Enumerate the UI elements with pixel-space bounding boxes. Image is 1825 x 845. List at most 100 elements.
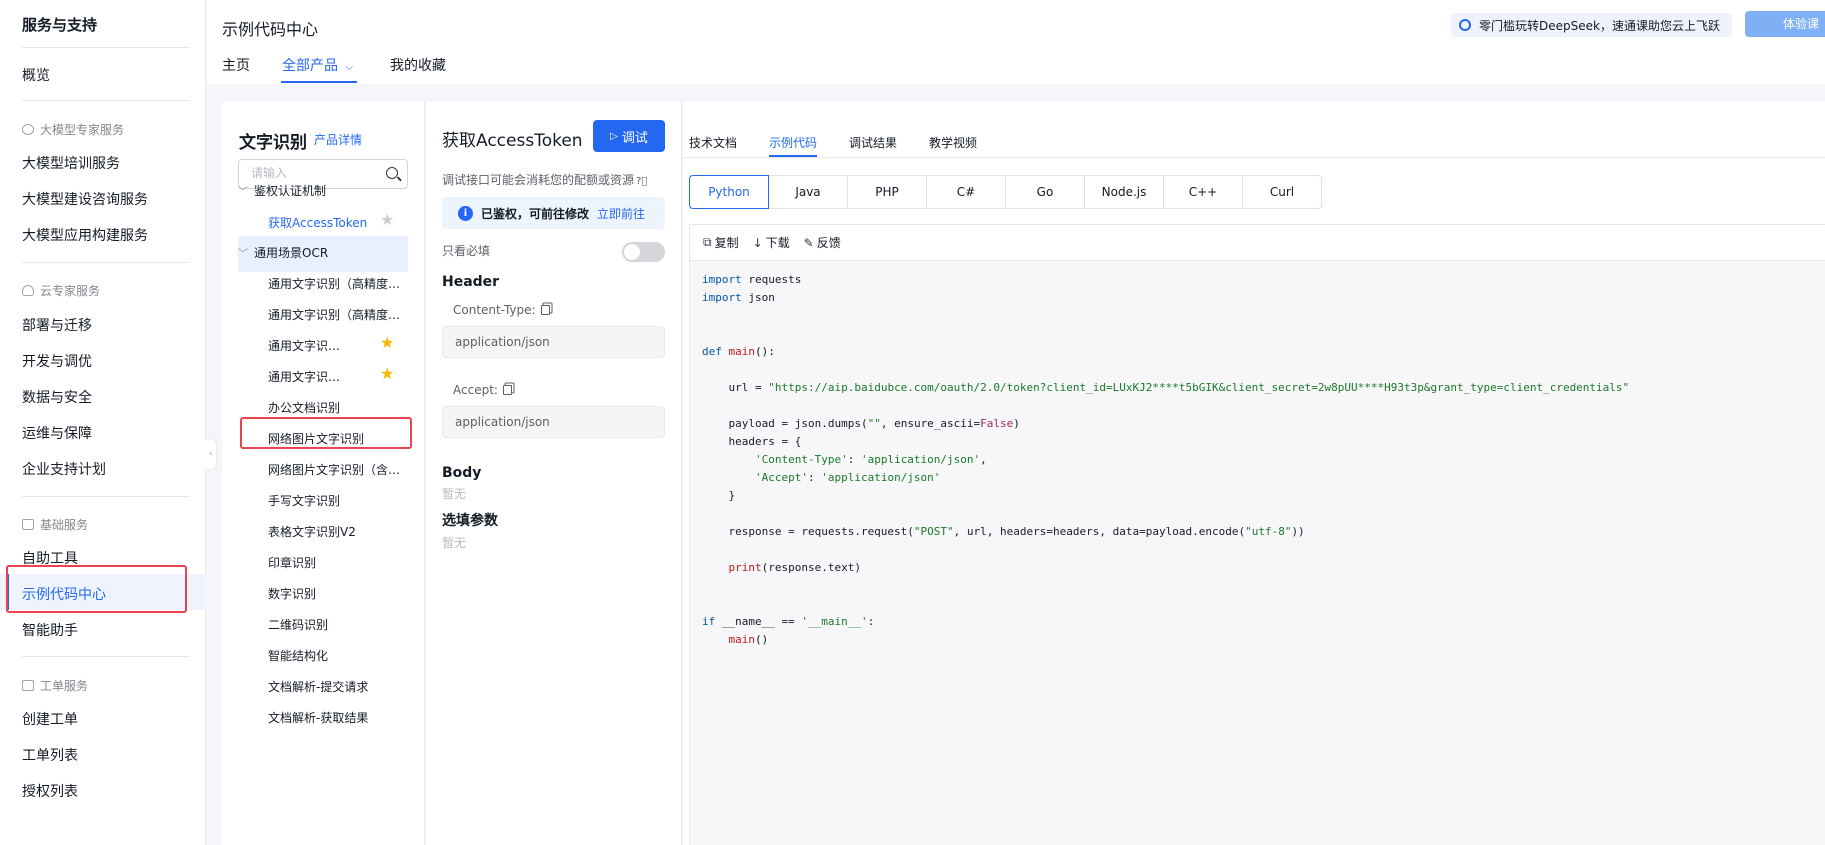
sidebar-item-dev-tuning[interactable]: 开发与调优 [22,351,92,371]
code-viewer: ⧉复制 ↓下载 ✎反馈 import requests import json ​ ​… [689,224,1825,845]
tree-item[interactable]: 办公文档识别 [268,399,406,416]
tree-item[interactable]: 表格文字识别V2 [268,523,406,540]
code-line: import json [702,291,775,304]
code-line: payload = json.dumps("", ensure_ascii=Fa… [702,417,1020,430]
copy-icon[interactable] [502,385,512,395]
code-line: if __name__ == '__main__': [702,615,875,628]
play-icon: ▷ [610,130,618,142]
optional-params-title: 选填参数 [442,513,498,529]
star-icon[interactable]: ★ [380,366,394,382]
help-icon[interactable]: ?⃝ [636,176,647,187]
tree-item[interactable]: 网络图片文字识别（含位置版） [268,461,406,478]
api-panel: 获取AccessToken ▷ 调试 调试接口可能会消耗您的配额或资源 ?⃝ i … [426,102,682,845]
sidebar-item-create-ticket[interactable]: 创建工单 [22,709,78,729]
lang-java[interactable]: Java [768,175,848,209]
sidebar-item-enterprise-support[interactable]: 企业支持计划 [22,459,106,479]
tree-item[interactable]: 通用文字识别（标准版） [268,368,350,385]
tab-all-products[interactable]: 全部产品 ⌵ [282,55,353,75]
lang-go[interactable]: Go [1005,175,1085,209]
tree-section-auth[interactable]: ﹀ 鉴权认证机制 [238,182,326,199]
chevron-down-icon: ⌵ [345,62,354,73]
sidebar-item-llm-consulting[interactable]: 大模型建设咨询服务 [22,189,148,209]
tab-home[interactable]: 主页 [222,55,250,75]
tab-debug-results[interactable]: 调试结果 [849,134,897,151]
code-line: ​ [702,541,1629,559]
code-line: print(response.text) [728,561,861,574]
tree-item[interactable]: 智能结构化 [268,647,406,664]
sidebar-group-ticket: 工单服务 [22,677,88,694]
sidebar-item-assistant[interactable]: 智能助手 [22,620,78,640]
code-block[interactable]: import requestsimport json​​def main():​… [702,271,1629,649]
download-button[interactable]: ↓ 下载 [753,234,790,251]
sidebar: 服务与支持 概览 大模型专家服务 大模型培训服务 大模型建设咨询服务 大模型应用… [0,0,206,845]
copy-icon: ⧉ [703,235,712,249]
code-line: 'Accept': 'application/json' [754,471,941,484]
sidebar-item-overview[interactable]: 概览 [22,65,50,85]
sidebar-item-ticket-list[interactable]: 工单列表 [22,745,78,765]
tree-section-general-ocr[interactable]: ﹀ 通用场景OCR [238,244,328,261]
api-title: 获取AccessToken [442,131,583,151]
highlight-box [6,565,187,613]
tree-item[interactable]: 通用文字识别（高精度版） [268,306,406,323]
document-icon [22,680,34,691]
tree-item[interactable]: 通用文字识别（标准含位置版） [268,337,350,354]
tree-item[interactable]: 数字识别 [268,585,406,602]
collapse-sidebar-handle[interactable]: ‹ [205,438,217,470]
body-section-title: Body [442,465,482,481]
tree-item[interactable]: 印章识别 [268,554,406,571]
lang-php[interactable]: PHP [847,175,927,209]
star-icon[interactable]: ★ [380,335,394,351]
feedback-icon: ✎ [803,235,814,250]
tree-item[interactable]: 手写文字识别 [268,492,406,509]
code-line: import requests [702,273,802,286]
content-type-field[interactable]: application/json [442,326,665,358]
code-line: main() [728,633,769,646]
sidebar-item-llm-training[interactable]: 大模型培训服务 [22,153,120,173]
code-line: 'Content-Type': 'application/json', [754,453,987,466]
lang-curl[interactable]: Curl [1242,175,1322,209]
lang-python[interactable]: Python [689,175,769,209]
debug-button[interactable]: ▷ 调试 [593,120,665,152]
go-now-link[interactable]: 立即前往 [597,205,645,222]
code-panel: 技术文档 示例代码 调试结果 教学视频 Python Java PHP C# G… [683,102,1825,845]
copy-button[interactable]: ⧉ 复制 [703,234,739,251]
lang-csharp[interactable]: C# [926,175,1006,209]
code-line: ​ [702,397,1629,415]
promo-banner[interactable]: 零门槛玩转DeepSeek，速通课助您云上飞跃 [1451,13,1732,37]
sidebar-item-llm-app-build[interactable]: 大模型应用构建服务 [22,225,148,245]
lang-nodejs[interactable]: Node.js [1084,175,1164,209]
product-details-link[interactable]: 产品详情 [314,131,362,148]
tree-item[interactable]: 文档解析-提交请求 [268,678,406,695]
required-only-toggle[interactable] [622,242,665,262]
lang-cpp[interactable]: C++ [1163,175,1243,209]
tab-tutorial-videos[interactable]: 教学视频 [929,134,977,151]
sidebar-item-ops[interactable]: 运维与保障 [22,423,92,443]
sidebar-title: 服务与支持 [22,16,98,34]
feedback-button[interactable]: ✎ 反馈 [804,234,841,251]
star-icon[interactable]: ★ [380,212,394,228]
divider [22,100,190,101]
accept-field[interactable]: application/json [442,406,665,438]
tree-item[interactable]: 二维码识别 [268,616,406,633]
page-header: 示例代码中心 主页 全部产品 ⌵ 我的收藏 零门槛玩转DeepSeek，速通课助… [207,0,1825,84]
code-line: ​ [702,505,1629,523]
deepseek-icon [1459,19,1471,31]
toolbox-icon [22,519,34,530]
cloud-icon [22,285,34,296]
tree-item[interactable]: 通用文字识别（高精度含位置版） [268,275,406,292]
copy-icon[interactable] [540,305,550,315]
tab-favorites[interactable]: 我的收藏 [390,55,446,75]
search-input[interactable] [251,166,381,180]
code-line: ​ [702,307,1629,325]
sidebar-item-auth-list[interactable]: 授权列表 [22,781,78,801]
sidebar-item-deploy-migrate[interactable]: 部署与迁移 [22,315,92,335]
tree-item[interactable]: 文档解析-获取结果 [268,709,406,726]
sidebar-item-data-security[interactable]: 数据与安全 [22,387,92,407]
try-course-button[interactable]: 体验课 [1745,11,1825,37]
tab-sample-code[interactable]: 示例代码 [769,134,817,151]
search-icon[interactable] [386,167,398,179]
divider [22,262,190,263]
code-toolbar: ⧉ 复制 ↓ 下载 ✎ 反馈 [690,225,1825,261]
tab-tech-docs[interactable]: 技术文档 [689,134,737,151]
divider [22,496,190,497]
